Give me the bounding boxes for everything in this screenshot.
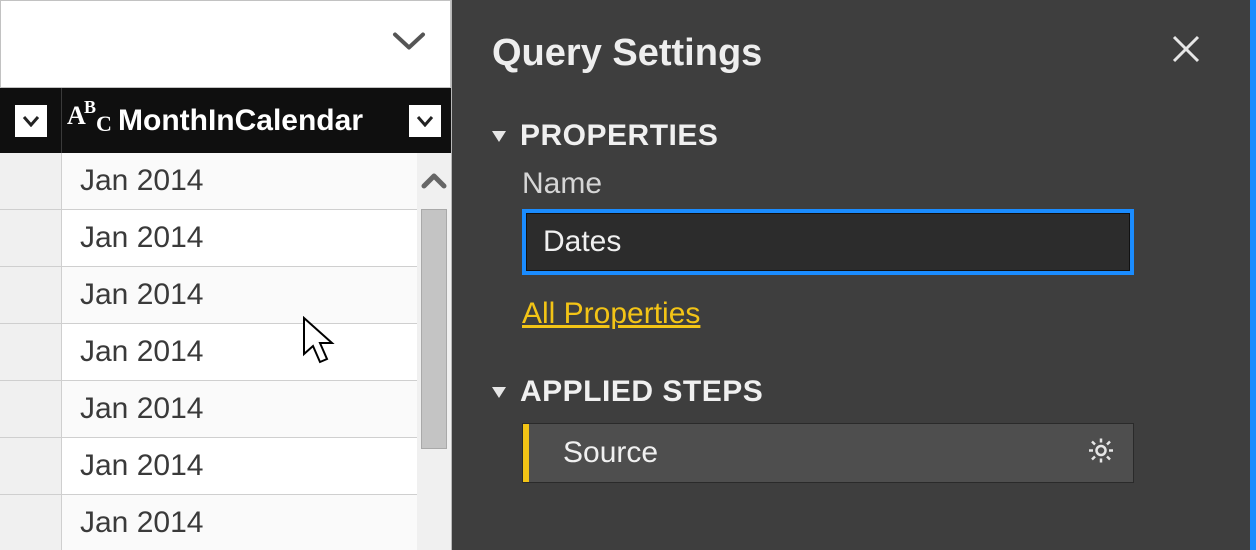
table-row[interactable]: Jan 2014 [0, 153, 451, 210]
table-row[interactable]: Jan 2014 [0, 381, 451, 438]
column-header-row: ABC MonthInCalendar [0, 88, 451, 153]
formula-bar[interactable] [0, 0, 451, 88]
properties-section: PROPERTIES Name All Properties [488, 119, 1220, 331]
cell[interactable]: Jan 2014 [62, 164, 451, 198]
pane-title: Query Settings [492, 32, 762, 75]
collapse-triangle-icon[interactable] [490, 375, 508, 409]
scroll-thumb[interactable] [421, 209, 447, 449]
table-row[interactable]: Jan 2014 [0, 438, 451, 495]
column-filter-right[interactable] [399, 88, 451, 153]
filter-dropdown-icon[interactable] [15, 105, 47, 137]
cell[interactable]: Jan 2014 [62, 278, 451, 312]
applied-steps-list: Source [522, 423, 1134, 483]
scroll-up-icon[interactable] [417, 153, 451, 209]
data-preview-pane: ABC MonthInCalendar Jan 2014 Jan 2014 Ja… [0, 0, 452, 550]
row-number-cell [0, 210, 62, 266]
applied-step-label: Source [529, 436, 658, 470]
table-row[interactable]: Jan 2014 [0, 210, 451, 267]
row-number-cell [0, 267, 62, 323]
collapse-triangle-icon[interactable] [490, 119, 508, 153]
table-row[interactable]: Jan 2014 [0, 267, 451, 324]
cell[interactable]: Jan 2014 [62, 221, 451, 255]
name-input-wrap [522, 209, 1134, 275]
chevron-down-icon[interactable] [392, 32, 426, 57]
close-icon[interactable] [1160, 28, 1212, 79]
properties-heading-label: PROPERTIES [520, 119, 718, 153]
gear-icon[interactable] [1087, 437, 1115, 470]
vertical-scrollbar[interactable] [417, 153, 451, 550]
row-number-cell [0, 438, 62, 494]
column-header-label[interactable]: MonthInCalendar [118, 104, 399, 138]
all-properties-link[interactable]: All Properties [522, 297, 700, 331]
query-name-input[interactable] [526, 213, 1130, 271]
row-number-cell [0, 495, 62, 550]
applied-step-row[interactable]: Source [522, 423, 1134, 483]
properties-heading[interactable]: PROPERTIES [490, 119, 1220, 153]
table-row[interactable]: Jan 2014 [0, 495, 451, 550]
column-type-text-icon: ABC [62, 101, 118, 141]
row-number-cell [0, 381, 62, 437]
filter-dropdown-icon[interactable] [409, 105, 441, 137]
cell[interactable]: Jan 2014 [62, 449, 451, 483]
cell[interactable]: Jan 2014 [62, 506, 451, 540]
column-filter-left[interactable] [0, 88, 62, 153]
query-settings-pane: Query Settings PROPERTIES Name All Prope… [452, 0, 1256, 550]
table-row[interactable]: Jan 2014 [0, 324, 451, 381]
cell[interactable]: Jan 2014 [62, 335, 451, 369]
name-field-label: Name [490, 167, 1220, 201]
pane-resize-edge[interactable] [1250, 0, 1256, 550]
row-number-cell [0, 324, 62, 380]
applied-steps-section: APPLIED STEPS Source [488, 375, 1220, 483]
applied-steps-heading[interactable]: APPLIED STEPS [490, 375, 1220, 409]
row-number-cell [0, 153, 62, 209]
grid-body: Jan 2014 Jan 2014 Jan 2014 Jan 2014 Jan … [0, 153, 451, 550]
applied-steps-heading-label: APPLIED STEPS [520, 375, 763, 409]
cell[interactable]: Jan 2014 [62, 392, 451, 426]
